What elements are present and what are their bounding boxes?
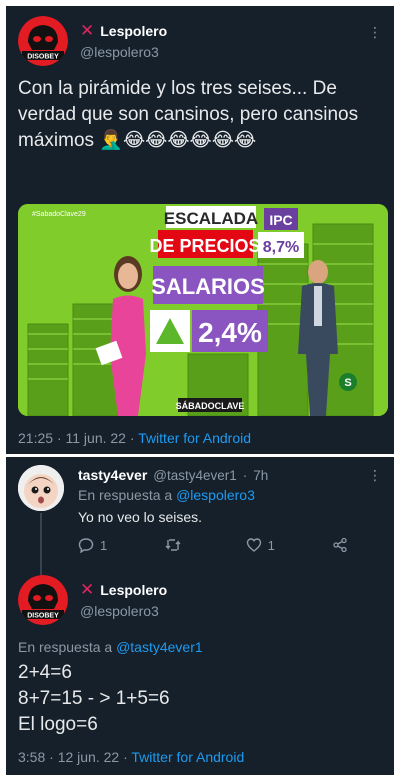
tweet-line: 2+4=6: [18, 662, 72, 683]
separator: ·: [123, 749, 128, 765]
tweet-time: 21:25: [18, 430, 54, 446]
avatar-logo-text: DISOBEY: [27, 54, 59, 61]
x-mark-icon: ✕: [80, 21, 95, 40]
separator: ·: [56, 430, 62, 446]
tweet-line: El logo=6: [18, 714, 98, 735]
reply-text: Yo no veo lo seises.: [78, 509, 203, 525]
reply-prefix: En respuesta a: [78, 487, 173, 503]
media-ipc-label: IPC: [269, 212, 292, 228]
avatar-logo-text: DISOBEY: [27, 613, 59, 620]
media-headline-bottom: DE PRECIOS: [149, 236, 260, 256]
reply-action[interactable]: 1: [78, 537, 107, 553]
reply-count: 1: [100, 537, 108, 553]
media-channel-logo: S: [344, 377, 351, 389]
media-show-logo: SÁBADOCLAVE: [176, 401, 245, 411]
reply-author-handle[interactable]: @tasty4ever1: [153, 468, 237, 483]
author-name-row: ✕ Lespolero: [80, 22, 167, 39]
tweet-source-link[interactable]: Twitter for Android: [131, 749, 244, 765]
avatar-lespolero[interactable]: DISOBEY: [18, 16, 68, 66]
avatar-tasty4ever[interactable]: [18, 465, 64, 511]
baby-face-icon: [18, 465, 64, 511]
tweet-date: 12 jun. 22: [57, 749, 120, 765]
reply-context: En respuesta a @lespolero3: [78, 487, 255, 503]
reply-author-row: tasty4ever @tasty4ever1 · 7h: [78, 467, 268, 483]
heart-icon: [246, 538, 261, 552]
thread-connector-line: [40, 513, 42, 579]
tweet-timestamp-row: 21:25 · 11 jun. 22 · Twitter for Android: [18, 430, 251, 446]
more-options-icon[interactable]: ⋮: [368, 467, 383, 484]
more-options-icon[interactable]: ⋮: [368, 24, 383, 41]
author-handle[interactable]: @lespolero3: [80, 44, 159, 60]
reply-context: En respuesta a @tasty4ever1: [18, 639, 203, 655]
tweet-card-main: DISOBEY ✕ Lespolero @lespolero3 ⋮ Con la…: [6, 6, 394, 454]
disobey-logo-icon: DISOBEY: [18, 575, 68, 625]
author-handle[interactable]: @lespolero3: [80, 603, 159, 619]
reply-actions-bar: 1 1: [78, 537, 348, 553]
retweet-icon: [165, 539, 181, 551]
author-name[interactable]: Lespolero: [100, 582, 167, 598]
tweet-timestamp-row: 3:58 · 12 jun. 22 · Twitter for Android: [18, 749, 244, 765]
author-name[interactable]: Lespolero: [100, 23, 167, 39]
media-salary-label: SALARIOS: [151, 274, 265, 299]
x-mark-icon: ✕: [80, 580, 95, 599]
reply-target-link[interactable]: @lespolero3: [176, 487, 255, 503]
tweet-date: 11 jun. 22: [65, 430, 126, 446]
reply-author-name[interactable]: tasty4ever: [78, 467, 147, 483]
tweet-card-thread: tasty4ever @tasty4ever1 · 7h ⋮ En respue…: [6, 457, 394, 775]
tweet-text: 2+4=6 8+7=15 - > 1+5=6 El logo=6: [18, 660, 390, 738]
tweet-text: Con la pirámide y los tres seises... De …: [18, 78, 359, 151]
media-hashtag: #SabadoClave29: [32, 211, 86, 218]
media-headline-top: ESCALADA: [164, 209, 258, 228]
retweet-action[interactable]: [164, 537, 188, 553]
share-icon: [333, 537, 347, 553]
reply-target-link[interactable]: @tasty4ever1: [116, 639, 203, 655]
separator: ·: [129, 430, 135, 446]
author-name-row: ✕ Lespolero: [80, 581, 167, 598]
comment-icon: [78, 538, 94, 553]
reply-prefix: En respuesta a: [18, 639, 113, 655]
tweet-media-image[interactable]: #SabadoClave29 ESCALADA DE PRECIOS IPC 8…: [18, 204, 388, 416]
tv-screenshot: #SabadoClave29 ESCALADA DE PRECIOS IPC 8…: [18, 204, 388, 416]
tweet-source-link[interactable]: Twitter for Android: [138, 430, 251, 446]
share-action[interactable]: [332, 537, 348, 553]
media-salary-value: 2,4%: [198, 317, 262, 348]
tweet-line: 8+7=15 - > 1+5=6: [18, 688, 170, 709]
like-count: 1: [267, 537, 275, 553]
separator: ·: [49, 749, 54, 765]
reply-age: 7h: [253, 467, 269, 483]
media-ipc-value: 8,7%: [263, 239, 299, 256]
avatar-lespolero[interactable]: DISOBEY: [18, 575, 68, 625]
tweet-time: 3:58: [18, 749, 46, 765]
disobey-logo-icon: DISOBEY: [18, 16, 68, 66]
like-action[interactable]: 1: [246, 537, 275, 553]
separator: ·: [242, 467, 248, 483]
